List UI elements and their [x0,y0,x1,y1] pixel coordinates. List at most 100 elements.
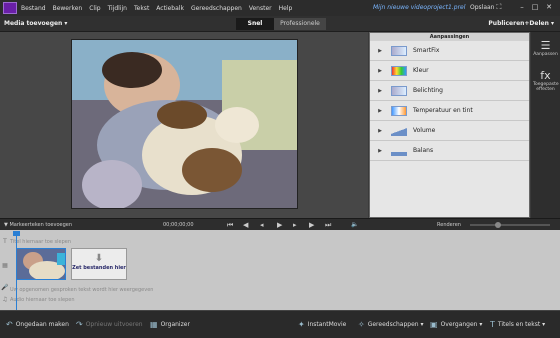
forward-icon[interactable]: ▸ [293,221,297,229]
step-back-icon[interactable]: ◀ [243,221,248,229]
titles-button[interactable]: T Titels en tekst ▾ [490,318,545,332]
applied-effects-button[interactable]: fx Toegepaste effecten [533,69,559,93]
down-arrow-icon: ⬇ [94,253,104,264]
volume-icon [391,125,407,136]
drop-files-zone[interactable]: ⬇ Zet bestanden hier [71,248,127,280]
adjust-smartfix[interactable]: ▶ SmartFix [370,41,529,61]
adjust-temperature[interactable]: ▶ Temperatuur en tint [370,101,529,121]
video-clip[interactable] [16,248,66,280]
redo-button[interactable]: ↷ Opnieuw uitvoeren [76,318,143,332]
expand-arrow-icon[interactable]: ▶ [374,48,386,54]
goto-start-icon[interactable]: ⏮ [227,221,233,229]
drop-files-label: Zet bestanden hier [72,265,126,271]
adjust-balance[interactable]: ▶ Balans [370,141,529,161]
menu-bestand[interactable]: Bestand [21,5,46,12]
expand-arrow-icon[interactable]: ▶ [374,88,386,94]
color-icon [391,65,407,76]
adjust-label: Balans [413,147,434,154]
speaker-icon[interactable]: 🔈 [351,221,358,229]
adjust-label: Kleur [413,67,429,74]
minimize-icon[interactable]: – [515,2,529,13]
redo-label: Opnieuw uitvoeren [85,321,143,328]
publish-label: Publiceren+Delen [488,20,549,27]
chevron-down-icon: ▾ [64,20,68,27]
menu-gereedschappen[interactable]: Gereedschappen [191,5,242,12]
audio-track-icon: ♫ [2,296,8,303]
narration-track-icon: 🎤 [1,284,9,291]
adjust-panel-label: Aanpassen [533,52,558,57]
play-icon[interactable]: ▶ [277,221,282,229]
narration-track[interactable]: Uw opgenomen gesproken tekst wordt hier … [10,287,560,293]
instantmovie-button[interactable]: ✦ InstantMovie [298,318,346,332]
maximize-icon[interactable]: □ [528,2,542,13]
close-icon[interactable]: ✕ [542,2,556,13]
organizer-icon: ▦ [150,320,158,329]
tab-expert[interactable]: Professionele [274,18,326,30]
organizer-label: Organizer [160,321,190,328]
adjust-label: Volume [413,127,436,134]
mode-toolbar: Media toevoegen ▾ Snel Professionele Pub… [0,16,560,32]
video-track-icon: ▦ [2,262,8,269]
chevron-down-icon: ▾ [550,20,554,27]
zoom-slider[interactable] [470,224,550,226]
transitions-button[interactable]: ▣ Overgangen ▾ [430,318,482,332]
adjust-color[interactable]: ▶ Kleur [370,61,529,81]
titles-label: Titels en tekst [497,321,541,328]
add-media-button[interactable]: Media toevoegen ▾ [4,20,67,27]
audio-track[interactable]: Audio hiernaar toe slepen [10,297,560,303]
sliders-icon: ☰ [540,39,551,52]
exposure-icon [391,85,407,96]
tab-quick[interactable]: Snel [236,18,274,30]
balance-icon [391,145,407,156]
fullscreen-icon[interactable]: ⛶ [492,2,506,13]
project-name: Mijn nieuwe videoproject1.prel [373,4,466,11]
adjust-exposure[interactable]: ▶ Belichting [370,81,529,101]
rewind-icon[interactable]: ◂ [260,221,264,229]
titles-icon: T [490,320,495,329]
app-logo [3,2,17,14]
fx-icon: fx [540,69,551,82]
adjust-volume[interactable]: ▶ Volume [370,121,529,141]
menu-actiebalk[interactable]: Actiebalk [156,5,184,12]
expand-arrow-icon[interactable]: ▶ [374,68,386,74]
expand-arrow-icon[interactable]: ▶ [374,108,386,114]
add-marker-label: Markeerteken toevoegen [9,222,72,228]
transitions-icon: ▣ [430,320,438,329]
add-marker-button[interactable]: ▼ Markeerteken toevoegen [4,222,72,228]
action-bar: ↶ Ongedaan maken ↷ Opnieuw uitvoeren ▦ Orga… [0,310,560,338]
tools-button[interactable]: ✧ Gereedschappen ▾ [358,318,424,332]
menu-bewerken[interactable]: Bewerken [53,5,83,12]
menu-tijdlijn[interactable]: Tijdlijn [108,5,127,12]
render-button[interactable]: Renderen [437,222,461,228]
save-button[interactable]: Opslaan [470,4,494,11]
menu-clip[interactable]: Clip [89,5,100,12]
playhead-handle[interactable] [13,231,20,236]
menu-tekst[interactable]: Tekst [134,5,149,12]
expand-arrow-icon[interactable]: ▶ [374,148,386,154]
publish-share-button[interactable]: Publiceren+Delen ▾ [488,20,554,27]
menu-bar: Bestand Bewerken Clip Tijdlijn Tekst Act… [0,0,560,16]
undo-button[interactable]: ↶ Ongedaan maken [6,318,69,332]
zoom-slider-handle[interactable] [495,222,501,228]
menu-venster[interactable]: Venster [249,5,272,12]
instantmovie-icon: ✦ [298,320,305,329]
organizer-button[interactable]: ▦ Organizer [150,318,190,332]
title-track[interactable]: Titel hiernaar toe slepen [10,239,560,245]
adjustments-title: Aanpassingen [370,33,529,41]
goto-end-icon[interactable]: ⏭ [325,221,331,229]
redo-icon: ↷ [76,320,83,329]
adjust-panel-button[interactable]: ☰ Aanpassen [533,39,558,58]
expand-arrow-icon[interactable]: ▶ [374,128,386,134]
step-forward-icon[interactable]: ▶ [309,221,314,229]
transport-bar: ▼ Markeerteken toevoegen 00;00;00;00 ⏮ ◀… [0,218,560,230]
undo-label: Ongedaan maken [15,321,69,328]
instantmovie-label: InstantMovie [307,321,347,328]
tools-label: Gereedschappen [367,321,419,328]
adjust-label: SmartFix [413,47,440,54]
adjust-label: Belichting [413,87,443,94]
add-media-label: Media toevoegen [4,20,63,27]
tools-icon: ✧ [358,320,365,329]
menu-help[interactable]: Help [279,5,293,12]
right-panel-bar: ☰ Aanpassen fx Toegepaste effecten [531,32,560,218]
playhead-line[interactable] [16,231,17,310]
